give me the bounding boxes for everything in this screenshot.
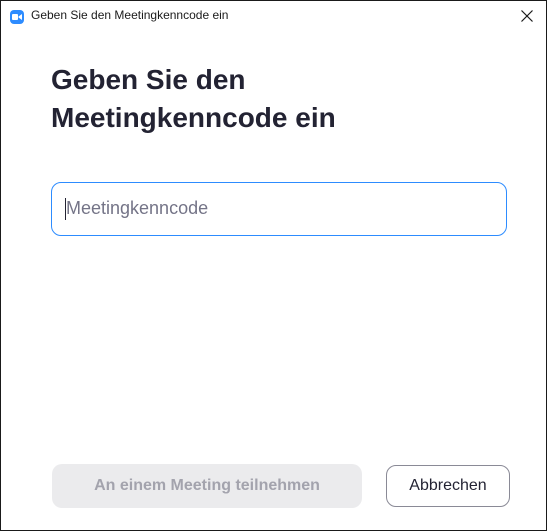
cancel-button[interactable]: Abbrechen	[386, 465, 510, 507]
page-title-line-2: Meetingkenncode ein	[51, 102, 336, 133]
page-title-line-1: Geben Sie den	[51, 64, 246, 95]
close-button[interactable]	[506, 1, 546, 32]
passcode-field[interactable]	[51, 182, 507, 236]
page-title: Geben Sie den Meetingkenncode ein	[51, 61, 451, 137]
window-title: Geben Sie den Meetingkenncode ein	[31, 8, 229, 22]
passcode-dialog: Geben Sie den Meetingkenncode ein Geben …	[0, 0, 547, 531]
zoom-camera-icon	[10, 10, 24, 24]
join-meeting-button[interactable]: An einem Meeting teilnehmen	[52, 464, 362, 508]
title-bar: Geben Sie den Meetingkenncode ein	[1, 1, 546, 32]
close-icon	[521, 10, 533, 22]
passcode-input[interactable]	[66, 183, 486, 234]
